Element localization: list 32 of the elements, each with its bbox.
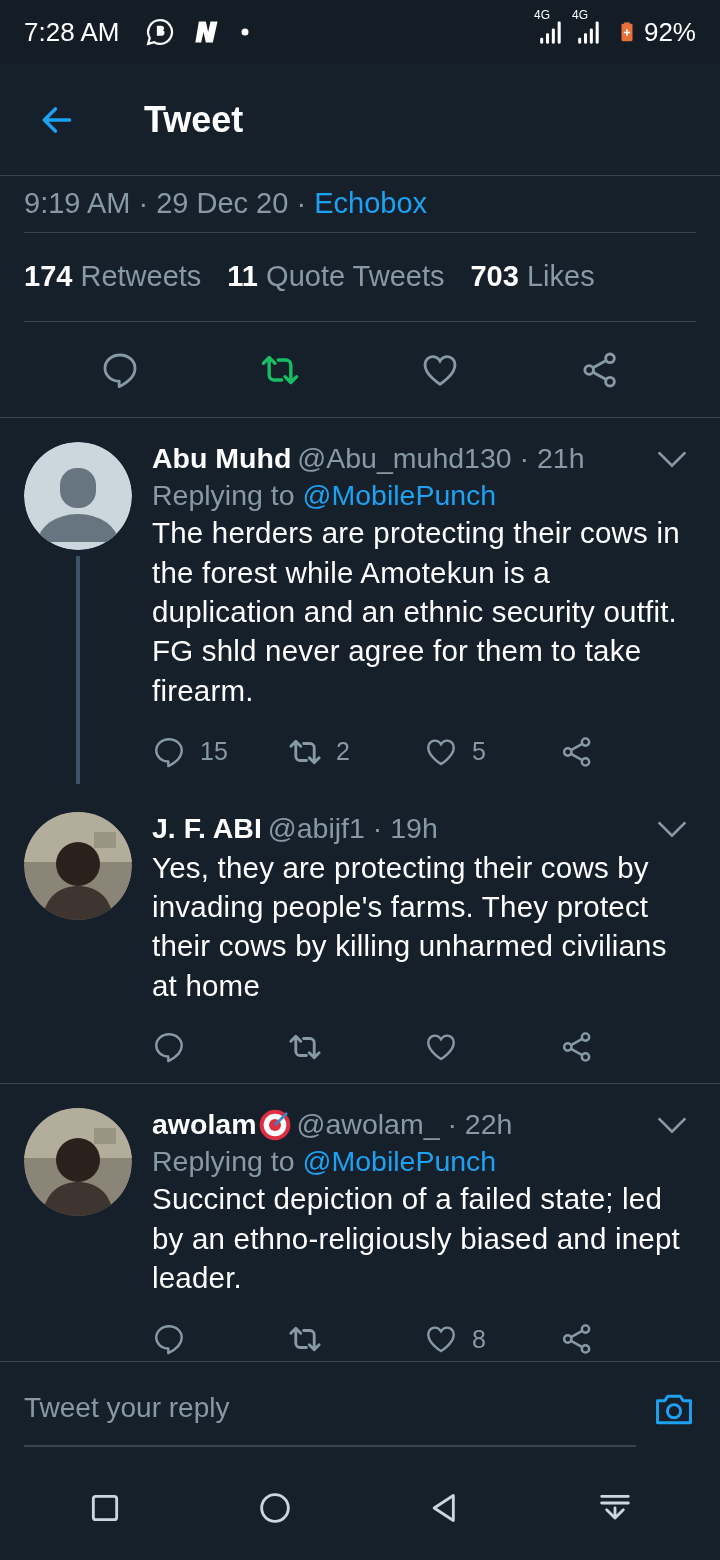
count: 5: [472, 736, 486, 768]
clock: 7:28 AM: [24, 15, 120, 49]
author-name[interactable]: J. F. ABI: [152, 813, 262, 845]
stat-link[interactable]: 11 Quote Tweets: [227, 255, 445, 299]
count: 2: [336, 736, 350, 768]
handle-and-time: @Abu_muhd130 · 21h: [297, 443, 585, 475]
mention-link[interactable]: @MobilePunch: [302, 1145, 497, 1177]
reply-text: Yes, they are protecting their cows by invading people's farms. They protect their cows by killing unharmed civilians at home: [152, 849, 668, 1004]
handle-and-time: @abijf1 · 19h: [267, 813, 438, 845]
reply-text: The herders are protecting their cows in the forest while Amotekun is a duplication and an ethnic security outfit. FG shld never agree for them to take firearm.: [152, 515, 681, 709]
default-avatar[interactable]: [24, 442, 132, 550]
stat-link[interactable]: 703 Likes: [470, 255, 595, 299]
reply-text: Succinct depiction of a failed state; led by an ethno-religiously biased and inept leader.: [152, 1181, 681, 1296]
reply-button[interactable]: [152, 1030, 186, 1064]
author-name[interactable]: awolam: [152, 1109, 257, 1141]
count: 8: [472, 1323, 486, 1355]
reply-field[interactable]: Tweet your reply: [24, 1370, 636, 1447]
stat-link[interactable]: 174 Retweets: [24, 255, 202, 299]
network-type: 4G: [571, 7, 588, 24]
page-title: Tweet: [144, 97, 244, 142]
chat-b-icon: [145, 17, 176, 47]
mention-link[interactable]: @MobilePunch: [302, 479, 497, 511]
replying-label: Replying to: [152, 479, 296, 511]
tweet-timestamp: 9:19 AM · 29 Dec 20 ·: [24, 186, 308, 222]
network-type: 4G: [533, 7, 550, 24]
reply-button[interactable]: [152, 1322, 186, 1357]
replying-label: Replying to: [152, 1145, 296, 1177]
author-name[interactable]: Abu Muhd: [152, 443, 292, 475]
source-link[interactable]: Echobox: [314, 182, 427, 226]
battery-level: 92%: [643, 15, 696, 49]
count: 15: [200, 736, 228, 768]
handle-and-time: @awolam_ · 22h: [296, 1109, 513, 1141]
